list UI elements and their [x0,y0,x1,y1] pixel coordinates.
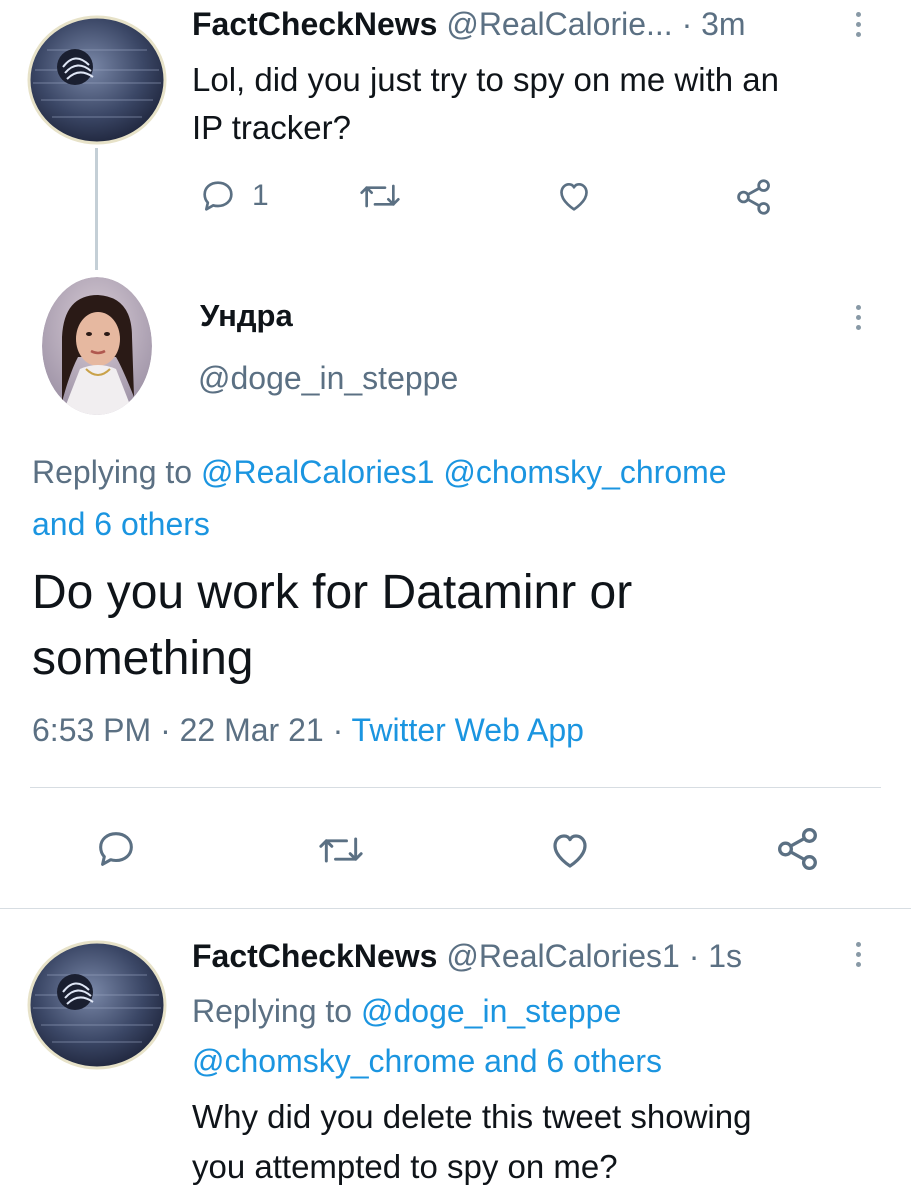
main-share-button[interactable] [773,824,823,874]
main-like-button[interactable] [545,826,595,874]
avatar-factchecknews[interactable] [27,940,167,1070]
retweet-icon [319,837,363,863]
reply-icon [99,832,133,866]
main-mention-realcalories1[interactable]: @RealCalories1 [201,454,434,490]
tweet1-text-line2: IP tracker? [192,109,351,146]
tweet1-share-button[interactable] [733,176,775,218]
tweet1-display-name[interactable]: FactCheckNews [192,6,437,42]
share-icon [778,827,817,871]
tweet3-mention-doge-in-steppe[interactable]: @doge_in_steppe [361,993,621,1029]
tweet1-retweet-button[interactable] [358,176,402,216]
main-timestamp: 6:53 PM · 22 Mar 21 · Twitter Web App [32,712,584,749]
tweet1-text-line1: Lol, did you just try to spy on me with … [192,61,779,98]
tweet3-replying-line2[interactable]: @chomsky_chrome and 6 others [192,1036,662,1086]
tweet1-reply-count: 1 [252,179,269,212]
tweet3-text: Why did you delete this tweet showing yo… [192,1092,751,1192]
like-icon [560,183,588,211]
tweet1-time[interactable]: · 3m [682,6,746,42]
thread-line [95,148,98,270]
more-icon[interactable] [852,12,864,37]
main-display-name[interactable]: Ундра [200,298,293,334]
tweet3-header: FactCheckNews @RealCalories1 · 1s [192,938,742,975]
tweet3-text-line2: you attempted to spy on me? [192,1148,618,1185]
separator: · [332,712,344,748]
tweet3-time[interactable]: · 1s [689,938,742,974]
retweet-icon [360,184,400,208]
main-replying-line1: Replying to @RealCalories1 @chomsky_chro… [32,446,727,498]
avatar-undra[interactable] [42,277,152,415]
more-icon[interactable] [852,305,864,330]
tweet3-replying-to: Replying to @doge_in_steppe @chomsky_chr… [192,986,662,1086]
main-retweet-button[interactable] [315,828,367,872]
main-tweet-text: Do you work for Dataminr or something [32,560,632,692]
like-icon [553,834,587,868]
more-icon[interactable] [852,942,864,967]
share-icon [737,179,770,215]
main-replying-prefix: Replying to [32,454,193,490]
tweet3-handle[interactable]: @RealCalories1 [446,938,679,974]
separator: · [160,712,171,748]
tweet1-text: Lol, did you just try to spy on me with … [192,56,779,152]
main-mention-chomsky-chrome[interactable]: @chomsky_chrome [443,454,726,490]
main-source[interactable]: Twitter Web App [352,712,584,748]
main-replying-to: Replying to @RealCalories1 @chomsky_chro… [32,446,727,550]
main-time: 6:53 PM [32,712,152,748]
tweet3-replying-prefix: Replying to [192,993,353,1029]
tweet1-like-button[interactable] [553,176,595,216]
main-reply-button[interactable] [92,826,140,872]
tweet3-text-line1: Why did you delete this tweet showing [192,1098,752,1135]
main-replying-others[interactable]: and 6 others [32,498,727,550]
tweet1-handle[interactable]: @RealCalorie... [446,6,672,42]
avatar-factchecknews[interactable] [27,15,167,145]
divider [0,908,911,909]
tweet1-reply-button[interactable]: 1 [198,176,269,216]
main-text-line2: something [32,632,254,685]
tweet3-display-name[interactable]: FactCheckNews [192,938,437,974]
main-handle[interactable]: @doge_in_steppe [198,360,458,397]
reply-icon [203,181,233,211]
tweet1-header: FactCheckNews @RealCalorie... · 3m [192,6,746,43]
tweet3-replying-line1: Replying to @doge_in_steppe [192,986,662,1036]
divider [30,787,881,788]
main-text-line1: Do you work for Dataminr or [32,566,633,619]
main-date: 22 Mar 21 [179,712,324,748]
